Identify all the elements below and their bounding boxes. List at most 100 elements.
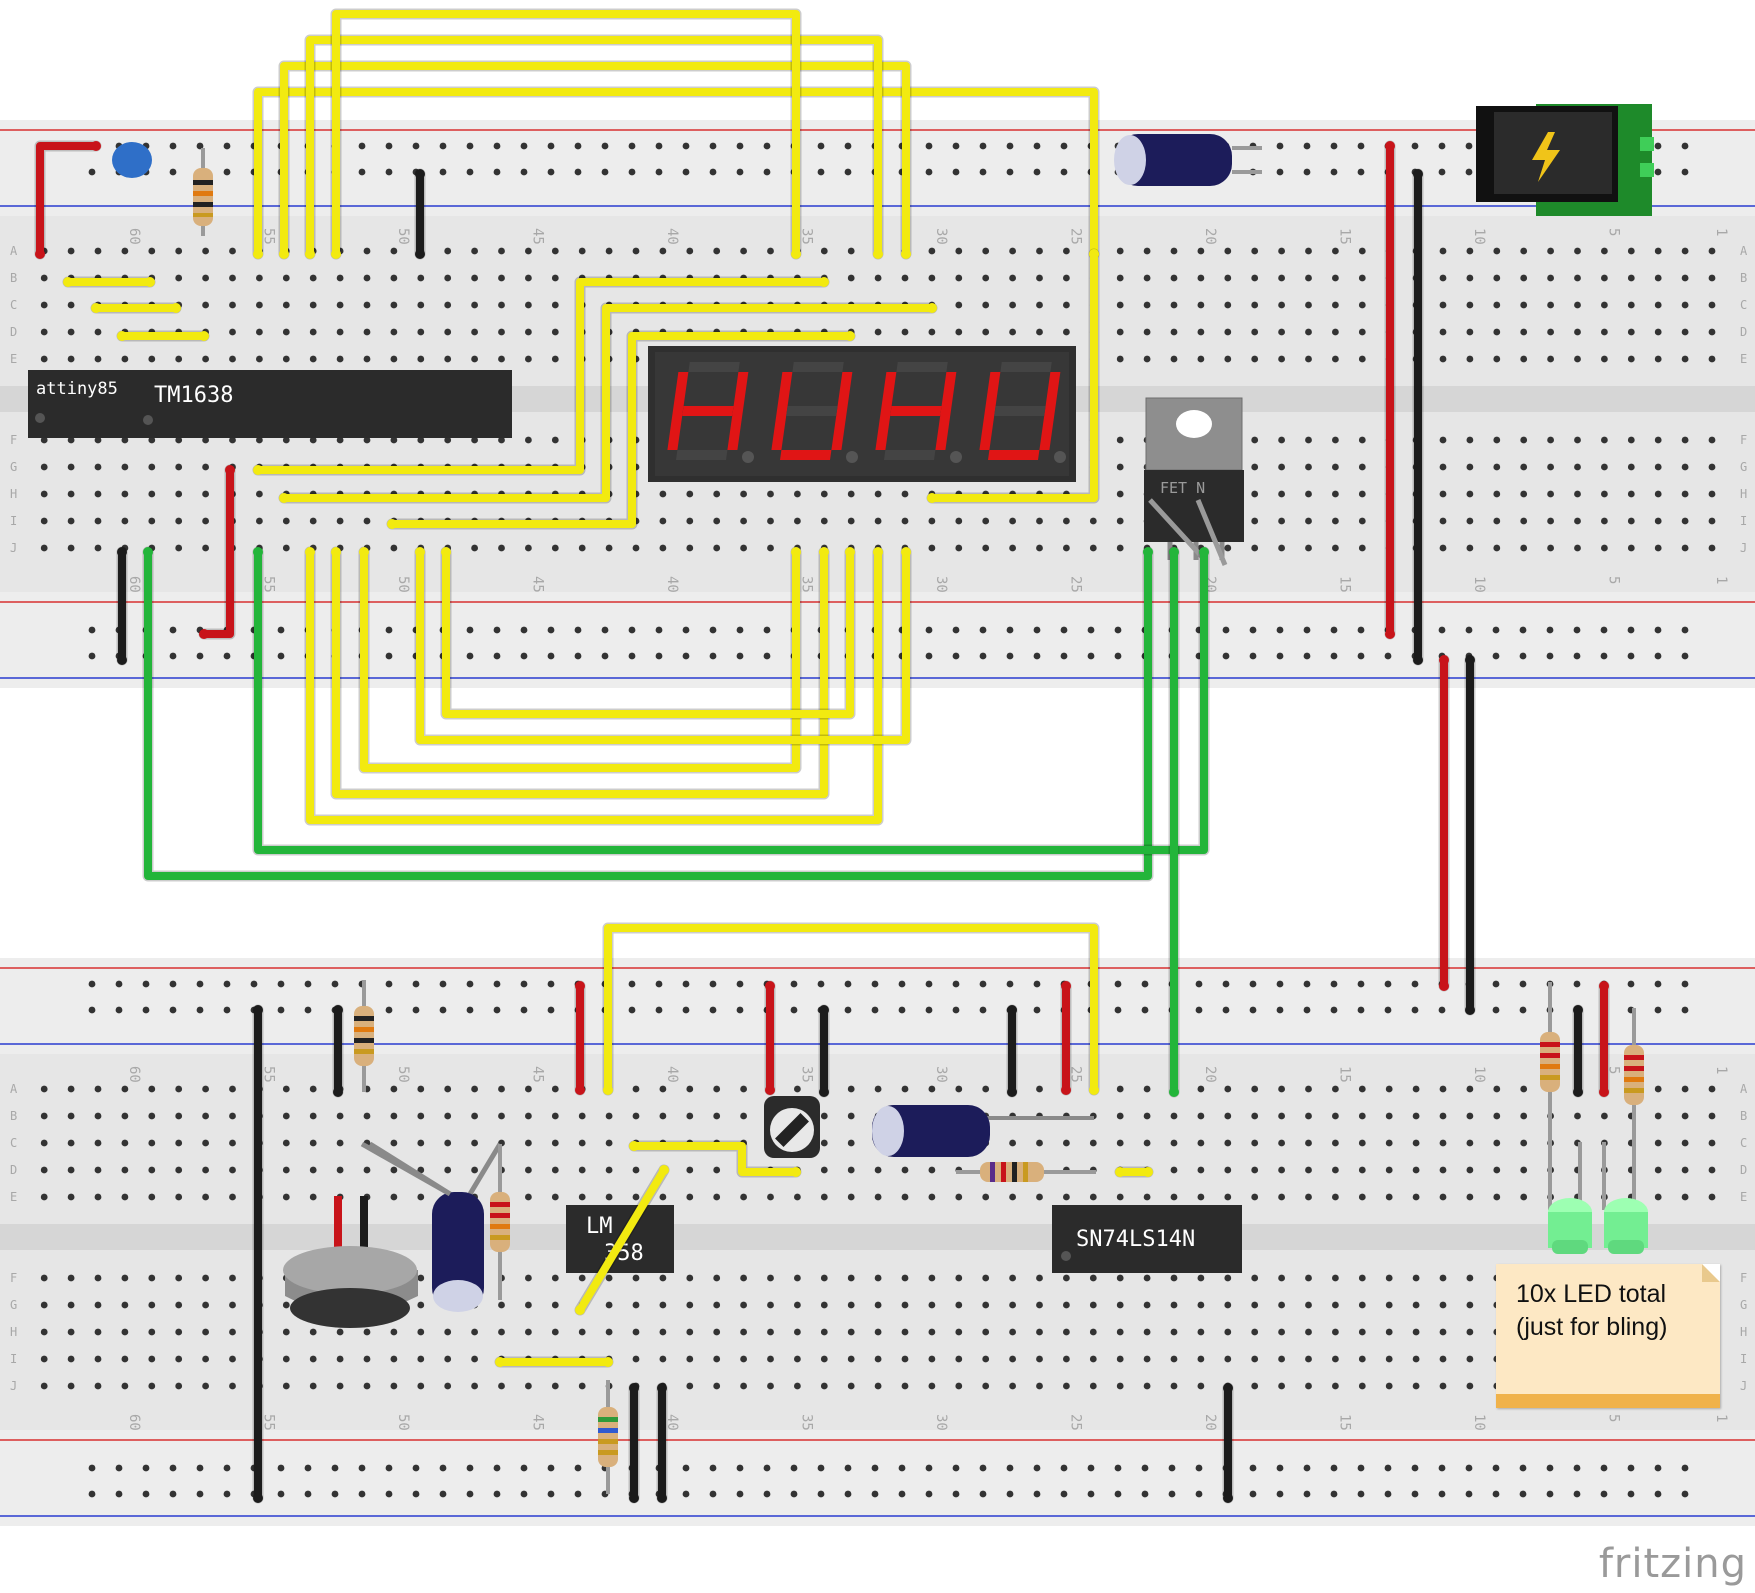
breadboard-hole: [1332, 1328, 1339, 1336]
breadboard-hole: [256, 301, 263, 309]
rail-hole: [1546, 652, 1554, 660]
breadboard-hole: [1439, 1328, 1447, 1336]
rail-hole: [493, 142, 501, 150]
breadboard-hole: [1036, 1274, 1043, 1282]
rail-hole: [1357, 980, 1365, 988]
breadboard-hole: [363, 1112, 371, 1120]
breadboard-hole: [1009, 274, 1016, 282]
breadboard-hole: [202, 301, 210, 309]
breadboard-hole: [498, 1328, 505, 1336]
column-number: 60: [126, 576, 142, 593]
rail-hole: [601, 652, 609, 660]
breadboard-hole: [363, 247, 371, 255]
row-letter: J: [10, 541, 17, 555]
rail-hole: [1627, 980, 1635, 988]
breadboard-hole: [417, 328, 425, 336]
breadboard-hole: [282, 1355, 290, 1363]
breadboard-hole: [390, 1328, 398, 1336]
breadboard-hole: [1547, 436, 1554, 444]
row-letter: G: [10, 460, 17, 474]
breadboard-hole: [67, 517, 75, 525]
wire-end: [305, 249, 315, 259]
breadboard-hole: [820, 490, 828, 498]
breadboard-hole: [94, 1274, 102, 1282]
breadboard-hole: [148, 1355, 156, 1363]
wire-end: [171, 303, 181, 313]
rail-hole: [1303, 168, 1311, 176]
breadboard-hole: [444, 1166, 452, 1174]
rail-hole: [1303, 1006, 1311, 1014]
breadboard-hole: [390, 1085, 398, 1093]
breadboard-hole: [982, 1328, 990, 1336]
breadboard-hole: [390, 1355, 398, 1363]
wire-end: [927, 493, 937, 503]
breadboard-hole: [363, 1328, 371, 1336]
breadboard-hole: [525, 544, 532, 552]
rail-hole: [1600, 652, 1608, 660]
breadboard-hole: [1251, 517, 1259, 525]
breadboard-hole: [40, 1085, 48, 1093]
breadboard-hole: [874, 1328, 882, 1336]
rail-hole: [682, 652, 690, 660]
breadboard-hole: [1439, 1166, 1447, 1174]
breadboard-hole: [1278, 1085, 1285, 1093]
rail-hole: [1546, 1464, 1554, 1472]
breadboard-hole: [1412, 1355, 1420, 1363]
rail-hole: [709, 980, 717, 988]
breadboard-hole: [955, 1355, 963, 1363]
breadboard-hole: [1574, 463, 1581, 471]
breadboard-hole: [1251, 1139, 1259, 1147]
wire-end: [791, 547, 801, 557]
breadboard-hole: [1708, 328, 1716, 336]
breadboard-hole: [40, 1382, 48, 1390]
breadboard-hole: [1385, 1355, 1393, 1363]
breadboard-hole: [1170, 1139, 1178, 1147]
breadboard-hole: [471, 301, 478, 309]
breadboard-hole: [202, 274, 210, 282]
breadboard-hole: [498, 1301, 505, 1309]
rail-hole: [1411, 980, 1419, 988]
rail-hole: [439, 168, 447, 176]
wire-end: [331, 547, 341, 557]
breadboard-hole: [67, 1274, 75, 1282]
wire-end: [415, 169, 425, 179]
breadboard-hole: [551, 355, 559, 363]
column-number: 1: [1713, 1414, 1729, 1422]
rail-hole: [979, 1464, 987, 1472]
breadboard-hole: [551, 1193, 559, 1201]
rail-hole: [844, 980, 852, 988]
rail-hole: [871, 1006, 879, 1014]
breadboard-hole: [1520, 355, 1528, 363]
breadboard-hole: [309, 1382, 317, 1390]
breadboard-hole: [928, 274, 936, 282]
rail-hole: [196, 980, 204, 988]
breadboard-hole: [901, 274, 909, 282]
breadboard-hole: [309, 1328, 317, 1336]
rail-hole: [601, 626, 609, 634]
breadboard-hole: [1466, 1328, 1474, 1336]
breadboard-hole: [1305, 274, 1312, 282]
breadboard-hole: [1358, 1193, 1366, 1201]
breadboard-hole: [659, 1193, 667, 1201]
wire-end: [199, 331, 209, 341]
rail-hole: [601, 142, 609, 150]
breadboard-hole: [1170, 1301, 1178, 1309]
rail-hole: [115, 1490, 123, 1498]
rail-hole: [1384, 1490, 1392, 1498]
breadboard-hole: [1681, 1193, 1689, 1201]
rail-hole: [790, 1490, 798, 1498]
rail-hole: [655, 626, 663, 634]
breadboard-hole: [40, 1328, 48, 1336]
breadboard-hole: [1305, 1274, 1312, 1282]
wire-end: [873, 249, 883, 259]
rail-hole: [1465, 1464, 1473, 1472]
breadboard-hole: [525, 301, 532, 309]
column-number: 30: [933, 1066, 949, 1083]
breadboard-hole: [202, 1274, 210, 1282]
wire-end: [1413, 169, 1423, 179]
breadboard-hole: [1439, 247, 1447, 255]
wire-end: [1089, 1085, 1099, 1095]
breadboard-hole: [551, 1274, 559, 1282]
rail-hole: [358, 168, 366, 176]
rail-hole: [1141, 1464, 1149, 1472]
